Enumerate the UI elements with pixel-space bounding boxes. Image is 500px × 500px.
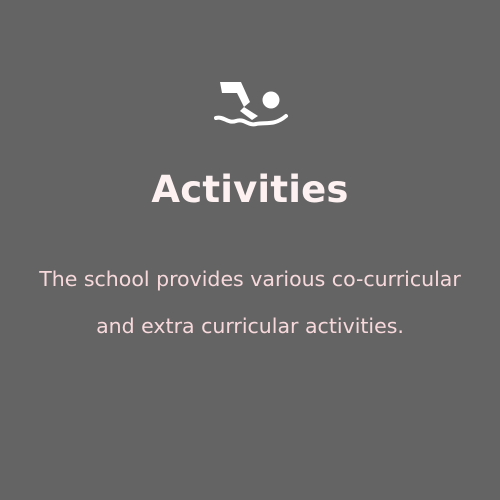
activities-card: Activities The school provides various c… <box>0 0 500 500</box>
description-line-2: and extra curricular activities. <box>96 314 404 338</box>
swimmer-icon <box>214 80 294 132</box>
section-description: The school provides various co-curricula… <box>0 256 500 350</box>
section-title: Activities <box>151 168 349 211</box>
description-line-1: The school provides various co-curricula… <box>39 267 461 291</box>
